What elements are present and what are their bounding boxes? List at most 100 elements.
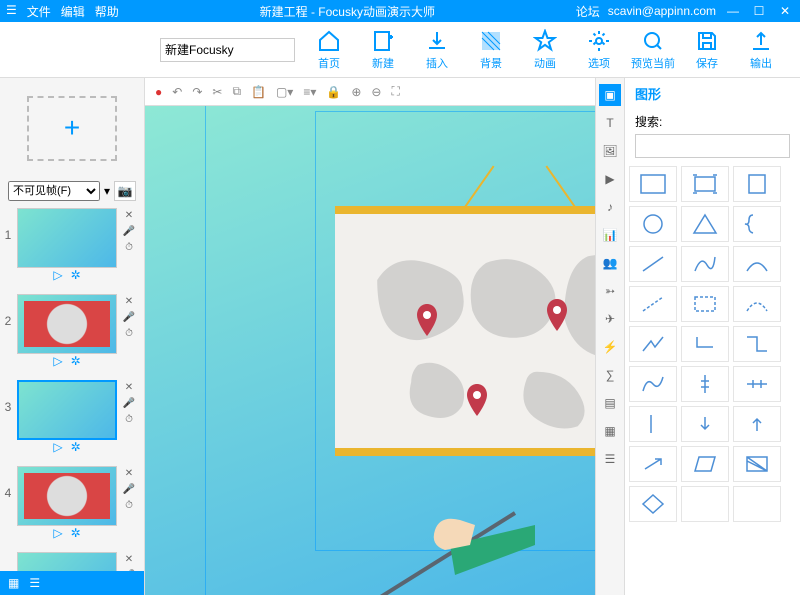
slide-thumbnail[interactable] bbox=[17, 294, 117, 354]
animation-button[interactable]: 动画 bbox=[521, 29, 569, 71]
shape-arrow-down[interactable] bbox=[681, 406, 729, 442]
record-icon[interactable]: ● bbox=[155, 85, 162, 99]
role-tool-icon[interactable]: 👥 bbox=[599, 252, 621, 274]
chart-tool-icon[interactable]: 📊 bbox=[599, 224, 621, 246]
timer-icon[interactable]: ⏱ bbox=[122, 326, 136, 340]
shape-step[interactable] bbox=[733, 326, 781, 362]
close-icon[interactable]: ✕ bbox=[122, 466, 136, 480]
mic-icon[interactable]: 🎤 bbox=[122, 482, 136, 496]
shape-zigzag[interactable] bbox=[629, 326, 677, 362]
canvas[interactable] bbox=[145, 106, 595, 595]
mic-icon[interactable]: 🎤 bbox=[122, 224, 136, 238]
slide-thumbnail[interactable] bbox=[17, 380, 117, 440]
list-icon[interactable]: ☰ bbox=[29, 576, 40, 590]
frame-tool-icon[interactable]: ▣ bbox=[599, 84, 621, 106]
plane-tool-icon[interactable]: ✈ bbox=[599, 308, 621, 330]
minimize-button[interactable]: — bbox=[724, 4, 742, 18]
zoom-in-icon[interactable]: ⊕ bbox=[351, 85, 361, 99]
arrow-tool-icon[interactable]: ➳ bbox=[599, 280, 621, 302]
grid-tool-icon[interactable]: ▦ bbox=[599, 420, 621, 442]
shape-line[interactable] bbox=[629, 246, 677, 282]
export-button[interactable]: 输出 bbox=[737, 29, 785, 71]
align-icon[interactable]: ≡▾ bbox=[303, 85, 316, 99]
shape-elbow[interactable] bbox=[681, 326, 729, 362]
slide-item[interactable]: 1 ▷✲ ✕ 🎤 ⏱ bbox=[0, 204, 144, 290]
camera-icon[interactable]: 📷 bbox=[114, 181, 136, 201]
map-pin-icon[interactable] bbox=[545, 299, 569, 331]
menu-file[interactable]: 文件 bbox=[27, 3, 51, 20]
more-tool-icon[interactable]: ☰ bbox=[599, 448, 621, 470]
shape-circle[interactable] bbox=[629, 206, 677, 242]
slide-item[interactable]: 4 ▷✲ ✕ 🎤 ⏱ bbox=[0, 462, 144, 548]
slide-item[interactable]: 3 ▷✲ ✕ 🎤 ⏱ bbox=[0, 376, 144, 462]
timer-icon[interactable]: ⏱ bbox=[122, 240, 136, 254]
cut-icon[interactable]: ✂ bbox=[212, 85, 222, 99]
search-input[interactable] bbox=[635, 134, 790, 158]
forum-link[interactable]: 论坛 bbox=[576, 3, 600, 20]
shape-parallelogram[interactable] bbox=[681, 446, 729, 482]
user-email[interactable]: scavin@appinn.com bbox=[608, 4, 716, 18]
formula-tool-icon[interactable]: ∑ bbox=[599, 364, 621, 386]
shape-square[interactable] bbox=[733, 166, 781, 202]
zoom-out-icon[interactable]: ⊖ bbox=[371, 85, 381, 99]
slide-thumbnail[interactable] bbox=[17, 552, 117, 571]
menu-edit[interactable]: 编辑 bbox=[61, 3, 85, 20]
paste-icon[interactable]: 📋 bbox=[251, 85, 266, 99]
shape-diamond[interactable] bbox=[629, 486, 677, 522]
copy-icon[interactable]: ⧉ bbox=[232, 84, 241, 99]
shape-hatch[interactable] bbox=[733, 446, 781, 482]
gear-icon[interactable]: ✲ bbox=[71, 268, 81, 286]
shape-blank[interactable] bbox=[733, 486, 781, 522]
layout-icon[interactable]: ▦ bbox=[8, 576, 19, 590]
shape-split-v[interactable] bbox=[681, 366, 729, 402]
shape-wave[interactable] bbox=[629, 366, 677, 402]
shape-arrow-diag[interactable] bbox=[629, 446, 677, 482]
music-tool-icon[interactable]: ♪ bbox=[599, 196, 621, 218]
layer-tool-icon[interactable]: ▤ bbox=[599, 392, 621, 414]
shape-brace[interactable] bbox=[733, 206, 781, 242]
play-icon[interactable]: ▷ bbox=[53, 268, 62, 286]
shape-split-h[interactable] bbox=[733, 366, 781, 402]
layer-icon[interactable]: ▢▾ bbox=[276, 85, 293, 99]
undo-icon[interactable]: ↶ bbox=[172, 85, 182, 99]
play-icon[interactable]: ▷ bbox=[53, 354, 62, 372]
mic-icon[interactable]: 🎤 bbox=[122, 568, 136, 571]
timer-icon[interactable]: ⏱ bbox=[122, 412, 136, 426]
slide-item[interactable]: 2 ▷✲ ✕ 🎤 ⏱ bbox=[0, 290, 144, 376]
mic-icon[interactable]: 🎤 bbox=[122, 396, 136, 410]
fit-icon[interactable]: ⛶ bbox=[391, 84, 399, 99]
save-button[interactable]: 保存 bbox=[683, 29, 731, 71]
shape-bracket[interactable] bbox=[629, 406, 677, 442]
redo-icon[interactable]: ↷ bbox=[192, 85, 202, 99]
gear-icon[interactable]: ✲ bbox=[71, 526, 81, 544]
new-button[interactable]: 新建 bbox=[359, 29, 407, 71]
eye-icon[interactable]: ▾ bbox=[104, 184, 110, 198]
close-button[interactable]: ✕ bbox=[776, 4, 794, 18]
flash-tool-icon[interactable]: ⚡ bbox=[599, 336, 621, 358]
shape-blank[interactable] bbox=[681, 486, 729, 522]
add-slide-button[interactable]: + bbox=[27, 96, 117, 161]
close-icon[interactable]: ✕ bbox=[122, 208, 136, 222]
shape-arc[interactable] bbox=[733, 246, 781, 282]
shape-arrow-up[interactable] bbox=[733, 406, 781, 442]
maximize-button[interactable]: ☐ bbox=[750, 4, 768, 18]
preview-button[interactable]: 预览当前 bbox=[629, 29, 677, 71]
image-tool-icon[interactable]: 🖼 bbox=[599, 140, 621, 162]
shape-dashrect[interactable] bbox=[681, 286, 729, 322]
background-button[interactable]: 背景 bbox=[467, 29, 515, 71]
close-icon[interactable]: ✕ bbox=[122, 552, 136, 566]
text-tool-icon[interactable]: T bbox=[599, 112, 621, 134]
map-pin-icon[interactable] bbox=[415, 304, 439, 336]
shape-triangle[interactable] bbox=[681, 206, 729, 242]
shape-dashline[interactable] bbox=[629, 286, 677, 322]
options-button[interactable]: 选项 bbox=[575, 29, 623, 71]
close-icon[interactable]: ✕ bbox=[122, 294, 136, 308]
menu-help[interactable]: 帮助 bbox=[95, 3, 119, 20]
play-icon[interactable]: ▷ bbox=[53, 440, 62, 458]
map-pin-icon[interactable] bbox=[465, 384, 489, 416]
insert-button[interactable]: 插入 bbox=[413, 29, 461, 71]
gear-icon[interactable]: ✲ bbox=[71, 354, 81, 372]
world-map-chart[interactable] bbox=[335, 206, 595, 456]
shape-dasharc[interactable] bbox=[733, 286, 781, 322]
lock-icon[interactable]: 🔒 bbox=[326, 85, 341, 99]
